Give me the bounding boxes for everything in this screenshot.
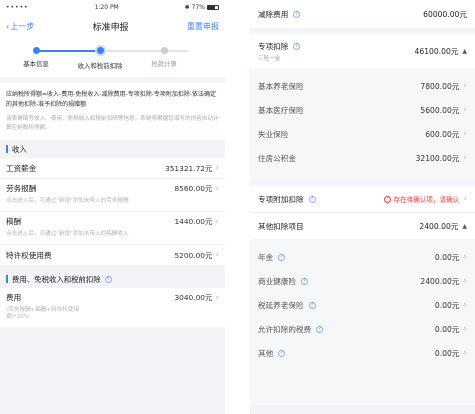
question-icon[interactable]: ? (316, 325, 324, 333)
chevron-right-icon: › (215, 292, 219, 303)
income-row-labor[interactable]: 劳务报酬 8560.00元 › (0, 179, 225, 198)
question-icon[interactable]: ? (293, 42, 301, 50)
chevron-right-icon: › (463, 105, 467, 115)
pending-warning: ! 存在待确认项，请确认 (384, 194, 459, 204)
chevron-right-icon: › (215, 216, 219, 227)
special-item-unemployment[interactable]: 失业保险 600.00元 › (250, 122, 475, 146)
chevron-right-icon: › (215, 183, 219, 194)
question-icon[interactable]: ? (278, 253, 286, 261)
chevron-right-icon: › (463, 300, 467, 310)
chevron-left-icon: ‹ (6, 21, 10, 31)
back-button[interactable]: ‹ 上一步 (6, 21, 34, 32)
formula-block: 应纳税所得额=收入-费用-免税收入-减除费用-专项扣除-专项附加扣除-依法确定的… (0, 83, 225, 140)
left-screen: ••••• 1:20 PM ✱ 77% ‹ 上一步 标准申报 重置申报 基本信息… (0, 0, 225, 414)
expense-hint-1: (劳务报酬+稿酬+特许权使用 (6, 307, 80, 313)
caret-up-icon: ▲ (462, 222, 467, 230)
question-icon[interactable]: ? (308, 195, 316, 203)
chevron-right-icon: › (463, 194, 467, 204)
formula-text: 应纳税所得额=收入-费用-免税收入-减除费用-专项扣除-专项附加扣除-依法确定的… (6, 91, 217, 108)
step-tax-calc: 税款计算 (128, 45, 200, 68)
expense-row-cost[interactable]: 费用 3040.00元 › (0, 288, 225, 307)
special-item-housing-fund[interactable]: 住房公积金 32100.00元 › (250, 146, 475, 170)
other-item-misc[interactable]: 其他? 0.00元 › (250, 341, 475, 365)
chevron-right-icon: › (463, 252, 467, 262)
progress-steps: 基本信息 收入和税前扣除 税款计算 (0, 37, 225, 77)
page-title: 标准申报 (92, 22, 129, 33)
step-dot (94, 45, 106, 56)
question-icon[interactable]: ? (104, 275, 112, 283)
question-icon[interactable]: ? (278, 349, 286, 357)
other-item-deferred-pension[interactable]: 税延养老保险? 0.00元 › (250, 293, 475, 317)
income-hint-royalty: 点击进入后，可通过"新增"添加未带入的稿酬收入 (0, 231, 225, 245)
battery-percent: 77% (191, 4, 205, 11)
chevron-right-icon: › (463, 129, 467, 139)
special-deduction-row[interactable]: 专项扣除 ? 三险一金 46100.00元 ▲ (250, 34, 475, 68)
question-icon[interactable]: ? (300, 277, 308, 285)
chevron-right-icon: › (463, 81, 467, 91)
right-screen: 减除费用 ? 60000.00元 专项扣除 ? 三险一金 46100.00元 ▲… (250, 0, 475, 414)
special-item-pension[interactable]: 基本养老保险 7800.00元 › (250, 74, 475, 98)
chevron-right-icon: › (463, 348, 467, 358)
battery-icon (206, 5, 219, 10)
special-items: 基本养老保险 7800.00元 › 基本医疗保险 5600.00元 › 失业保险 6… (250, 68, 475, 180)
step-income-deduction: 收入和税前扣除 (64, 45, 136, 70)
step-dot (160, 47, 168, 54)
other-item-taxes[interactable]: 允许扣除的税费? 0.00元 › (250, 317, 475, 341)
nav-bar: ‹ 上一步 标准申报 重置申报 (0, 15, 225, 37)
other-items: 年金? 0.00元 › 商业健康险? 2400.00元 › 税延养老保险? 0.00… (250, 239, 475, 405)
formula-note: 该表确填写收入、费用、免税收入和税前扣除等信息，系统将根据您填写的内容自动计算应… (6, 116, 219, 131)
special-sublabel: 三险一金 (258, 55, 281, 62)
other-deduction-row[interactable]: 其他扣除项目 2400.00元 ▲ (250, 213, 475, 239)
status-bar: ••••• 1:20 PM ✱ 77% (0, 0, 225, 15)
bluetooth-icon: ✱ (184, 4, 190, 11)
income-hint-labor: 点击进入后，可通过"新增"添加未带入的劳务报酬 (0, 198, 225, 212)
chevron-right-icon: › (463, 324, 467, 334)
expense-hint-2: 费)*20% (6, 314, 30, 320)
income-row-salary[interactable]: 工资薪金 351321.72元 › (0, 158, 225, 179)
reset-button[interactable]: 重置申报 (187, 21, 219, 32)
income-row-royalty[interactable]: 稿酬 1440.00元 › (0, 212, 225, 231)
chevron-right-icon: › (215, 163, 219, 173)
other-item-health-insurance[interactable]: 商业健康险? 2400.00元 › (250, 269, 475, 293)
status-time: 1:20 PM (94, 4, 119, 11)
income-list: 工资薪金 351321.72元 › 劳务报酬 8560.00元 › 点击进入后，可通… (0, 158, 225, 266)
step-dot (32, 47, 40, 54)
question-icon[interactable]: ? (293, 10, 301, 18)
income-row-franchise[interactable]: 特许权使用费 5200.00元 › (0, 245, 225, 266)
special-item-medical[interactable]: 基本医疗保险 5600.00元 › (250, 98, 475, 122)
step-basic-info: 基本信息 (0, 45, 72, 68)
chevron-right-icon: › (215, 250, 219, 260)
income-section-header: 收入 (0, 140, 225, 158)
expense-section-header: 费用、免税收入和税前扣除 ? (0, 270, 225, 288)
signal-icon: ••••• (6, 4, 29, 11)
chevron-right-icon: › (463, 276, 467, 286)
other-item-annuity[interactable]: 年金? 0.00元 › (250, 245, 475, 269)
warning-icon: ! (384, 195, 392, 203)
expense-list: 费用 3040.00元 › (劳务报酬+稿酬+特许权使用 费)*20% (0, 288, 225, 327)
reduction-row[interactable]: 减除费用 ? 60000.00元 (250, 0, 475, 28)
question-icon[interactable]: ? (308, 301, 316, 309)
additional-deduction-row[interactable]: 专项附加扣除 ? ! 存在待确认项，请确认 › (250, 186, 475, 212)
caret-up-icon: ▲ (462, 47, 467, 55)
chevron-right-icon: › (463, 153, 467, 163)
